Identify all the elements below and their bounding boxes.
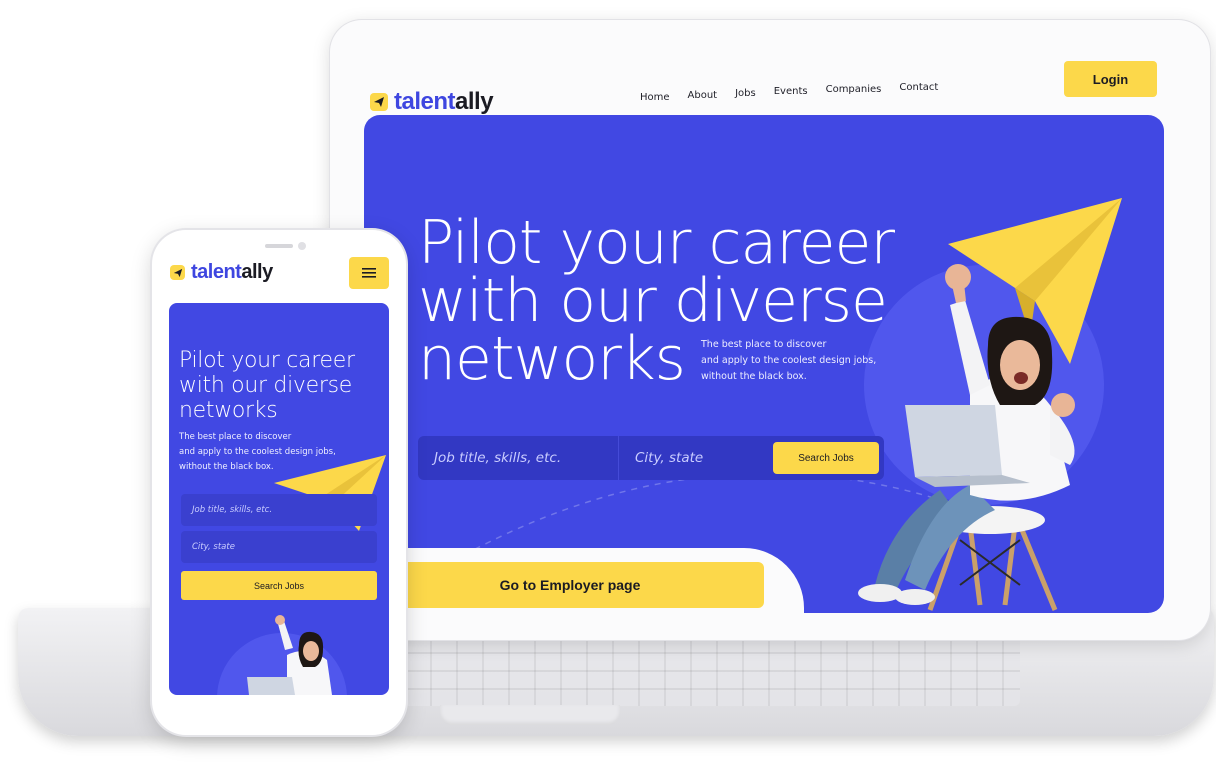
- mobile-subtitle-line: without the black box.: [179, 462, 274, 472]
- mobile-logo[interactable]: talentally: [170, 261, 273, 284]
- city-input[interactable]: City, state: [619, 436, 755, 480]
- login-button[interactable]: Login: [1064, 61, 1157, 97]
- hero-subtitle-line: and apply to the coolest design jobs,: [701, 355, 877, 366]
- mobile-woman-illustration: [247, 615, 332, 695]
- desktop-nav: Home About Jobs Events Companies Contact: [640, 82, 938, 103]
- paper-plane-icon: [370, 93, 388, 111]
- search-jobs-button[interactable]: Search Jobs: [773, 442, 879, 474]
- nav-events[interactable]: Events: [774, 86, 808, 103]
- employer-page-button[interactable]: Go to Employer page: [376, 562, 764, 608]
- mobile-search-jobs-button[interactable]: Search Jobs: [181, 571, 377, 600]
- phone-speaker: [265, 244, 293, 248]
- nav-about[interactable]: About: [688, 90, 718, 103]
- logo-text: talentally: [191, 261, 273, 283]
- hero-subtitle-line: The best place to discover: [701, 339, 827, 350]
- hamburger-menu-button[interactable]: [349, 257, 389, 289]
- hero-subtitle: The best place to discover and apply to …: [701, 337, 881, 385]
- nav-home[interactable]: Home: [640, 92, 670, 103]
- mobile-hero-subtitle: The best place to discover and apply to …: [179, 430, 349, 475]
- mobile-hero-title: Pilot your career with our diverse netwo…: [179, 348, 355, 423]
- logo-text: talentally: [394, 88, 494, 115]
- desktop-search-bar: Job title, skills, etc. City, state Sear…: [418, 436, 884, 480]
- hero-subtitle-line: without the black box.: [701, 371, 807, 382]
- nav-companies[interactable]: Companies: [826, 84, 882, 103]
- hamburger-icon: [362, 268, 376, 278]
- nav-contact[interactable]: Contact: [899, 82, 938, 103]
- laptop-keyboard: [380, 634, 1020, 706]
- paper-plane-icon: [170, 265, 185, 280]
- mobile-subtitle-line: and apply to the coolest design jobs,: [179, 447, 336, 457]
- desktop-logo[interactable]: talentally: [370, 88, 494, 116]
- mobile-job-title-input[interactable]: Job title, skills, etc.: [181, 494, 377, 526]
- mobile-subtitle-line: The best place to discover: [179, 432, 292, 442]
- mobile-city-input[interactable]: City, state: [181, 531, 377, 563]
- laptop-trackpad: [440, 705, 620, 725]
- job-title-input[interactable]: Job title, skills, etc.: [418, 436, 619, 480]
- phone-camera: [298, 242, 306, 250]
- nav-jobs[interactable]: Jobs: [735, 88, 756, 103]
